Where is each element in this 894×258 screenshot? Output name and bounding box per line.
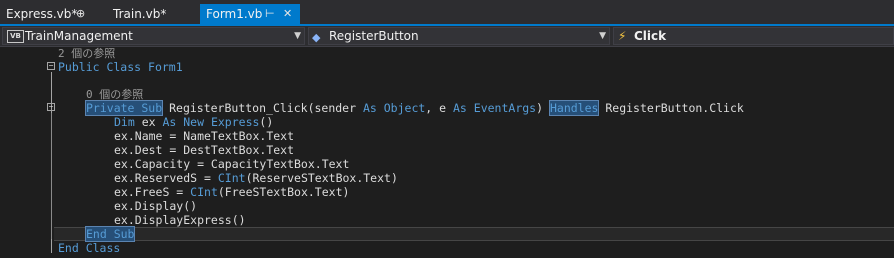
- code-line-dest: ex.Dest = DestTextBox.Text: [114, 143, 295, 157]
- code-line-end-class: End Class: [58, 241, 121, 255]
- navigation-bar: VB TrainManagement ▼ ◆ RegisterButton ▼ …: [0, 26, 894, 47]
- tab-form1-vb[interactable]: Form1.vb ⊢ ✕: [200, 4, 300, 24]
- lightning-icon: ⚡: [618, 29, 627, 43]
- event-dropdown[interactable]: ⚡ Click: [613, 27, 894, 45]
- member-label: RegisterButton: [329, 29, 419, 43]
- code-line-display-express: ex.DisplayExpress(): [114, 213, 246, 227]
- code-line-class-declaration: − Public Class Form1: [47, 60, 183, 74]
- codelens-sub-references[interactable]: 0 個の参照: [0, 88, 894, 102]
- close-icon[interactable]: ✕: [283, 4, 292, 24]
- collapse-sub-icon[interactable]: −: [47, 103, 55, 111]
- chevron-down-icon[interactable]: ▼: [294, 28, 301, 44]
- pin-icon[interactable]: ⊕: [76, 4, 85, 24]
- event-label: Click: [634, 29, 667, 43]
- code-line-display: ex.Display(): [114, 199, 198, 213]
- tab-label: Train.vb*: [113, 7, 167, 21]
- code-line-sub-declaration: − Private Sub RegisterButton_Click(sende…: [47, 100, 744, 116]
- code-line-reserveds: ex.ReservedS = CInt(ReserveSTextBox.Text…: [114, 171, 398, 185]
- collapse-class-icon[interactable]: −: [47, 62, 55, 70]
- codelens-class-references[interactable]: 2 個の参照: [0, 47, 894, 61]
- code-line-name: ex.Name = NameTextBox.Text: [114, 129, 295, 143]
- tab-train-vb[interactable]: Train.vb*: [100, 4, 200, 24]
- code-line-capacity: ex.Capacity = CapacityTextBox.Text: [114, 157, 350, 171]
- tab-express-vb[interactable]: Express.vb* ⊕: [0, 4, 100, 24]
- vb-icon: VB: [7, 30, 24, 43]
- document-tab-strip: Express.vb* ⊕ Train.vb* Form1.vb ⊢ ✕: [0, 0, 894, 26]
- code-line-dim: Dim ex As New Express(): [114, 115, 274, 129]
- project-dropdown[interactable]: VB TrainManagement ▼: [2, 27, 305, 45]
- pin-icon[interactable]: ⊢: [265, 4, 275, 24]
- tab-label: Form1.vb: [206, 7, 263, 21]
- member-dropdown[interactable]: ◆ RegisterButton ▼: [308, 27, 610, 45]
- code-editor[interactable]: 2 個の参照 − Public Class Form1 0 個の参照 − Pri…: [0, 47, 894, 258]
- project-label: TrainManagement: [25, 29, 133, 43]
- chevron-down-icon[interactable]: ▼: [599, 28, 606, 44]
- cube-icon: ◆: [312, 31, 321, 44]
- code-line-end-sub: End Sub: [84, 226, 136, 242]
- tab-label: Express.vb*: [6, 7, 78, 21]
- code-line-frees: ex.FreeS = CInt(FreeSTextBox.Text): [114, 185, 350, 199]
